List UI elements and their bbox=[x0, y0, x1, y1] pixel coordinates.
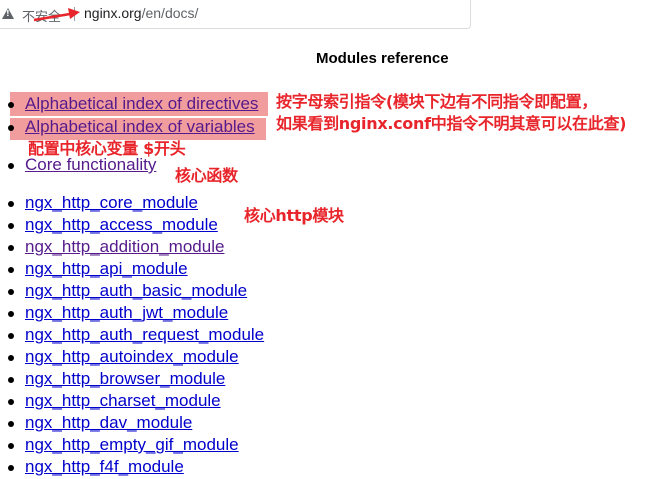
bullet bbox=[8, 201, 14, 207]
bullet bbox=[8, 223, 14, 229]
bullet bbox=[8, 421, 14, 427]
bullet bbox=[8, 102, 14, 108]
bullet bbox=[8, 355, 14, 361]
module-link[interactable]: ngx_http_core_module bbox=[25, 193, 198, 213]
red-arrow-icon bbox=[33, 8, 80, 22]
bullet bbox=[8, 333, 14, 339]
page-title: Modules reference bbox=[316, 50, 449, 67]
module-link[interactable]: ngx_http_dav_module bbox=[25, 413, 192, 433]
url-text[interactable]: nginx.org/en/docs/ bbox=[84, 5, 198, 21]
bullet bbox=[8, 289, 14, 295]
link-directives-index[interactable]: Alphabetical index of directives bbox=[25, 94, 258, 114]
url-path: /en/docs/ bbox=[141, 5, 199, 21]
bullet bbox=[8, 465, 14, 471]
bullet bbox=[8, 267, 14, 273]
module-link[interactable]: ngx_http_browser_module bbox=[25, 369, 225, 389]
bullet bbox=[8, 377, 14, 383]
bullet bbox=[8, 399, 14, 405]
module-link[interactable]: ngx_http_auth_jwt_module bbox=[25, 303, 228, 323]
bullet bbox=[8, 443, 14, 449]
annotation-http: 核心http模块 bbox=[244, 206, 344, 225]
module-link[interactable]: ngx_http_charset_module bbox=[25, 391, 221, 411]
module-link[interactable]: ngx_http_api_module bbox=[25, 259, 188, 279]
bullet bbox=[8, 245, 14, 251]
module-link[interactable]: ngx_http_empty_gif_module bbox=[25, 435, 239, 455]
module-link[interactable]: ngx_http_f4f_module bbox=[25, 457, 184, 477]
annotation-directives-line2: 如果看到nginx.conf中指令不明其意可以在此查) bbox=[276, 114, 627, 133]
annotation-core: 核心函数 bbox=[175, 166, 238, 185]
annotation-directives-line1: 按字母索引指令(模块下边有不同指令即配置， bbox=[276, 92, 598, 111]
module-link[interactable]: ngx_http_access_module bbox=[25, 215, 218, 235]
bullet bbox=[8, 311, 14, 317]
bullet bbox=[8, 163, 14, 169]
link-variables-index[interactable]: Alphabetical index of variables bbox=[25, 117, 255, 137]
module-link[interactable]: ngx_http_autoindex_module bbox=[25, 347, 239, 367]
annotation-variables: 配置中核心变量 $开头 bbox=[28, 139, 186, 158]
module-link[interactable]: ngx_http_addition_module bbox=[25, 237, 224, 257]
browser-address-bar: 不安全 nginx.org/en/docs/ bbox=[0, 0, 657, 30]
bullet bbox=[8, 125, 14, 131]
url-host: nginx.org bbox=[84, 5, 142, 21]
module-link[interactable]: ngx_http_auth_request_module bbox=[25, 325, 264, 345]
module-link[interactable]: ngx_http_auth_basic_module bbox=[25, 281, 247, 301]
